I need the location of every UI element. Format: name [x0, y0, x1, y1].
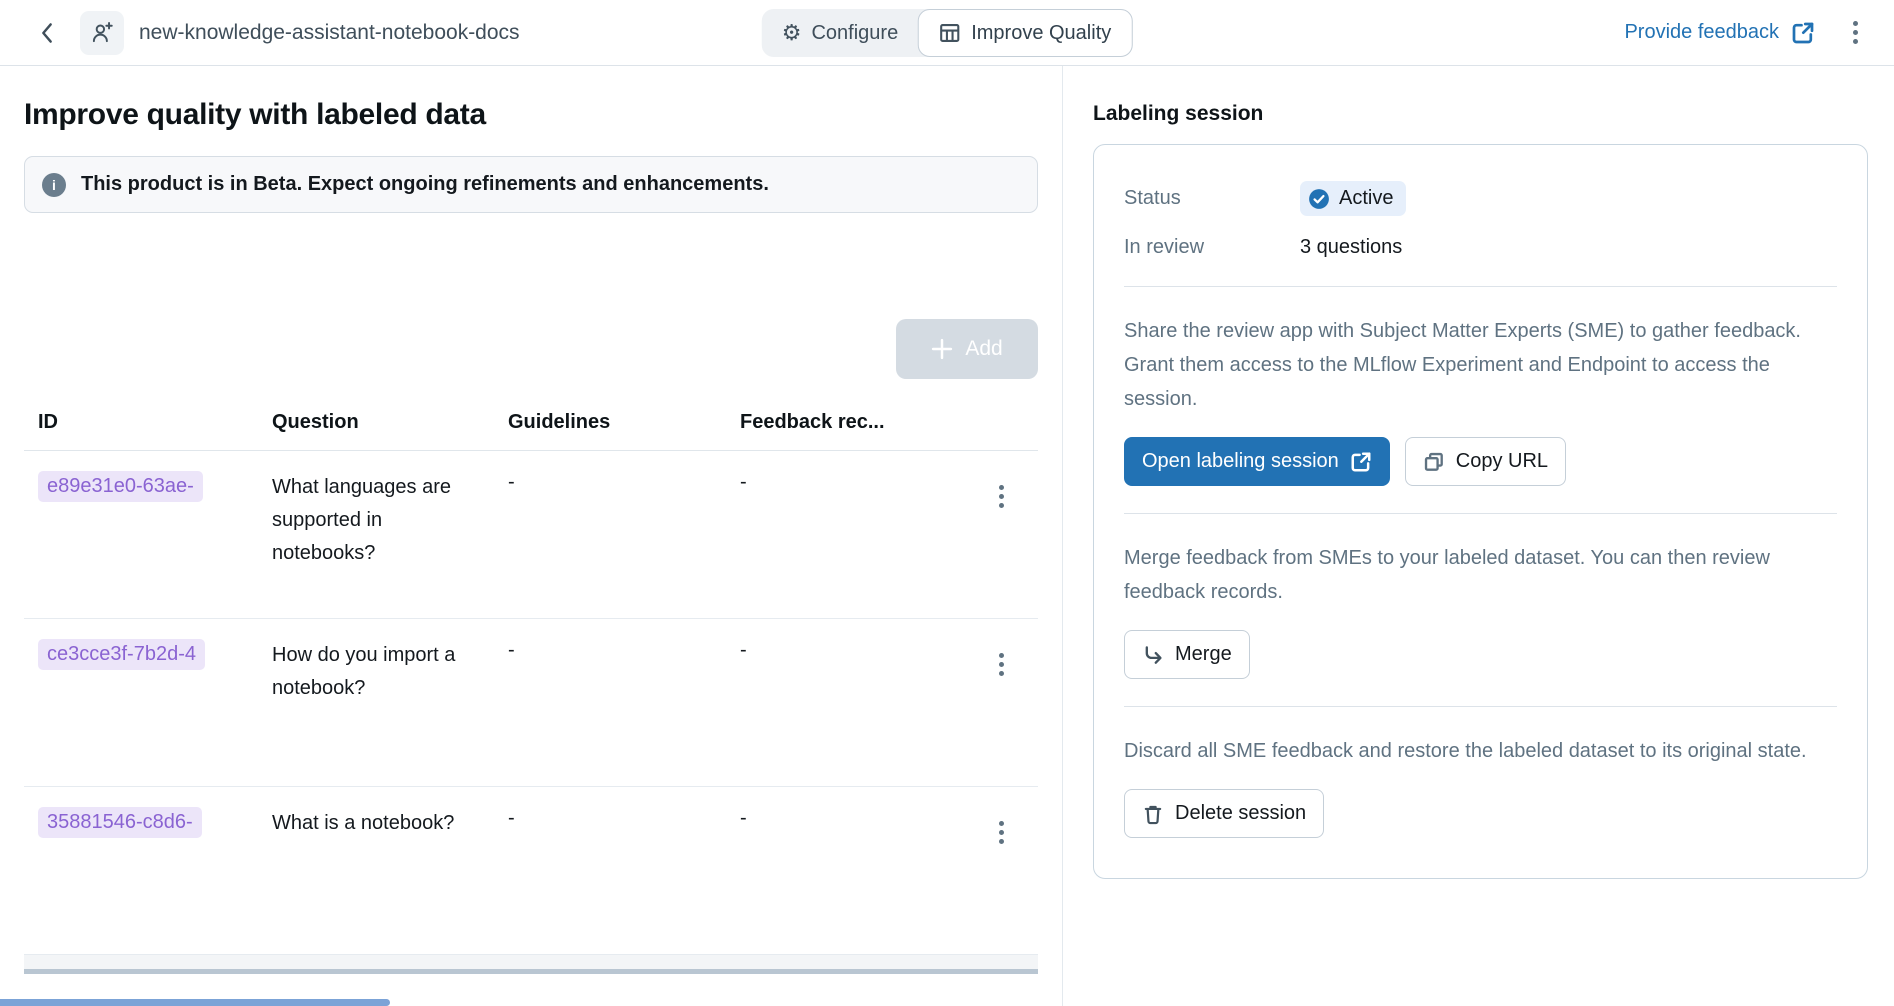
top-header: new-knowledge-assistant-notebook-docs ⚙ … — [0, 0, 1894, 66]
row-question: What is a notebook? — [272, 807, 508, 840]
overflow-menu-button[interactable] — [1845, 13, 1866, 52]
gear-icon: ⚙ — [782, 22, 802, 44]
page-horizontal-scrollbar-thumb[interactable] — [0, 999, 390, 1006]
user-plus-icon — [89, 20, 115, 46]
provide-feedback-link[interactable]: Provide feedback — [1624, 21, 1815, 45]
merge-arrow-icon — [1142, 644, 1164, 666]
column-header-question: Question — [272, 411, 508, 434]
in-review-label: In review — [1124, 236, 1300, 259]
page: new-knowledge-assistant-notebook-docs ⚙ … — [0, 0, 1894, 1006]
content-area: Improve quality with labeled data i This… — [0, 66, 1894, 1006]
open-labeling-session-button[interactable]: Open labeling session — [1124, 437, 1390, 486]
add-button[interactable]: Add — [896, 319, 1038, 379]
agent-icon-chip — [80, 11, 124, 55]
table-toolbar: Add — [24, 319, 1038, 379]
add-button-label: Add — [965, 337, 1002, 361]
plus-icon — [931, 338, 953, 360]
row-actions-menu-button[interactable] — [991, 477, 1012, 516]
view-segmented-control: ⚙ Configure Improve Quality — [762, 9, 1133, 57]
row-id-link[interactable]: ce3cce3f-7b2d-4 — [38, 639, 205, 670]
row-feedback: - — [740, 471, 978, 494]
page-title: Improve quality with labeled data — [24, 98, 1038, 132]
labeling-session-card: Status Active In review 3 questions — [1093, 144, 1868, 879]
table-row[interactable]: e89e31e0-63ae- What languages are suppor… — [24, 451, 1038, 619]
column-header-feedback: Feedback rec... — [740, 411, 978, 434]
row-question: How do you import a notebook? — [272, 639, 508, 705]
status-value: Active — [1339, 187, 1393, 210]
row-question: What languages are supported in notebook… — [272, 471, 508, 570]
beta-banner-text: This product is in Beta. Expect ongoing … — [81, 173, 769, 196]
row-feedback: - — [740, 639, 978, 662]
copy-icon — [1423, 451, 1445, 473]
divider — [1124, 513, 1837, 514]
info-icon: i — [42, 173, 66, 197]
labeled-data-pane: Improve quality with labeled data i This… — [0, 66, 1063, 1006]
tab-improve-quality-label: Improve Quality — [971, 22, 1111, 45]
header-actions: Provide feedback — [1624, 13, 1866, 52]
row-guidelines: - — [508, 639, 740, 662]
column-header-guidelines: Guidelines — [508, 411, 740, 434]
row-id-link[interactable]: 35881546-c8d6- — [38, 807, 202, 838]
divider — [1124, 706, 1837, 707]
share-actions: Open labeling session Copy URL — [1124, 437, 1837, 486]
questions-table: ID Question Guidelines Feedback rec... e… — [24, 411, 1038, 974]
tab-configure-label: Configure — [811, 22, 898, 45]
table-row[interactable]: ce3cce3f-7b2d-4 How do you import a note… — [24, 619, 1038, 787]
labeling-session-pane: Labeling session Status Active — [1063, 66, 1894, 1006]
chevron-left-icon — [37, 22, 57, 44]
in-review-row: In review 3 questions — [1124, 236, 1837, 259]
status-label: Status — [1124, 187, 1300, 210]
row-guidelines: - — [508, 471, 740, 494]
merge-description: Merge feedback from SMEs to your labeled… — [1124, 541, 1837, 609]
status-row: Status Active — [1124, 181, 1837, 216]
share-description: Share the review app with Subject Matter… — [1124, 314, 1837, 416]
table-header-row: ID Question Guidelines Feedback rec... — [24, 411, 1038, 451]
delete-session-label: Delete session — [1175, 802, 1306, 825]
row-actions-menu-button[interactable] — [991, 645, 1012, 684]
row-actions-menu-button[interactable] — [991, 813, 1012, 852]
external-link-icon — [1350, 451, 1372, 473]
copy-url-button[interactable]: Copy URL — [1405, 437, 1566, 486]
tab-improve-quality[interactable]: Improve Quality — [918, 9, 1132, 57]
row-guidelines: - — [508, 807, 740, 830]
discard-description: Discard all SME feedback and restore the… — [1124, 734, 1837, 768]
row-id-link[interactable]: e89e31e0-63ae- — [38, 471, 203, 502]
page-breadcrumb-title: new-knowledge-assistant-notebook-docs — [139, 21, 520, 45]
status-badge: Active — [1300, 181, 1406, 216]
external-link-icon — [1791, 21, 1815, 45]
session-panel-title: Labeling session — [1093, 102, 1868, 126]
table-row[interactable]: 35881546-c8d6- What is a notebook? - - — [24, 787, 1038, 955]
tab-configure[interactable]: ⚙ Configure — [762, 9, 918, 57]
provide-feedback-label: Provide feedback — [1624, 21, 1779, 44]
check-circle-icon — [1308, 188, 1330, 210]
delete-session-button[interactable]: Delete session — [1124, 789, 1324, 838]
trash-icon — [1142, 803, 1164, 825]
back-button[interactable] — [30, 16, 64, 50]
merge-button[interactable]: Merge — [1124, 630, 1250, 679]
merge-button-label: Merge — [1175, 643, 1232, 666]
column-header-id: ID — [38, 411, 272, 434]
table-icon — [939, 22, 961, 44]
in-review-value: 3 questions — [1300, 236, 1837, 259]
table-horizontal-scrollbar[interactable] — [24, 955, 1038, 974]
divider — [1124, 286, 1837, 287]
copy-url-label: Copy URL — [1456, 450, 1548, 473]
open-labeling-session-label: Open labeling session — [1142, 450, 1339, 473]
row-feedback: - — [740, 807, 978, 830]
beta-banner: i This product is in Beta. Expect ongoin… — [24, 156, 1038, 213]
